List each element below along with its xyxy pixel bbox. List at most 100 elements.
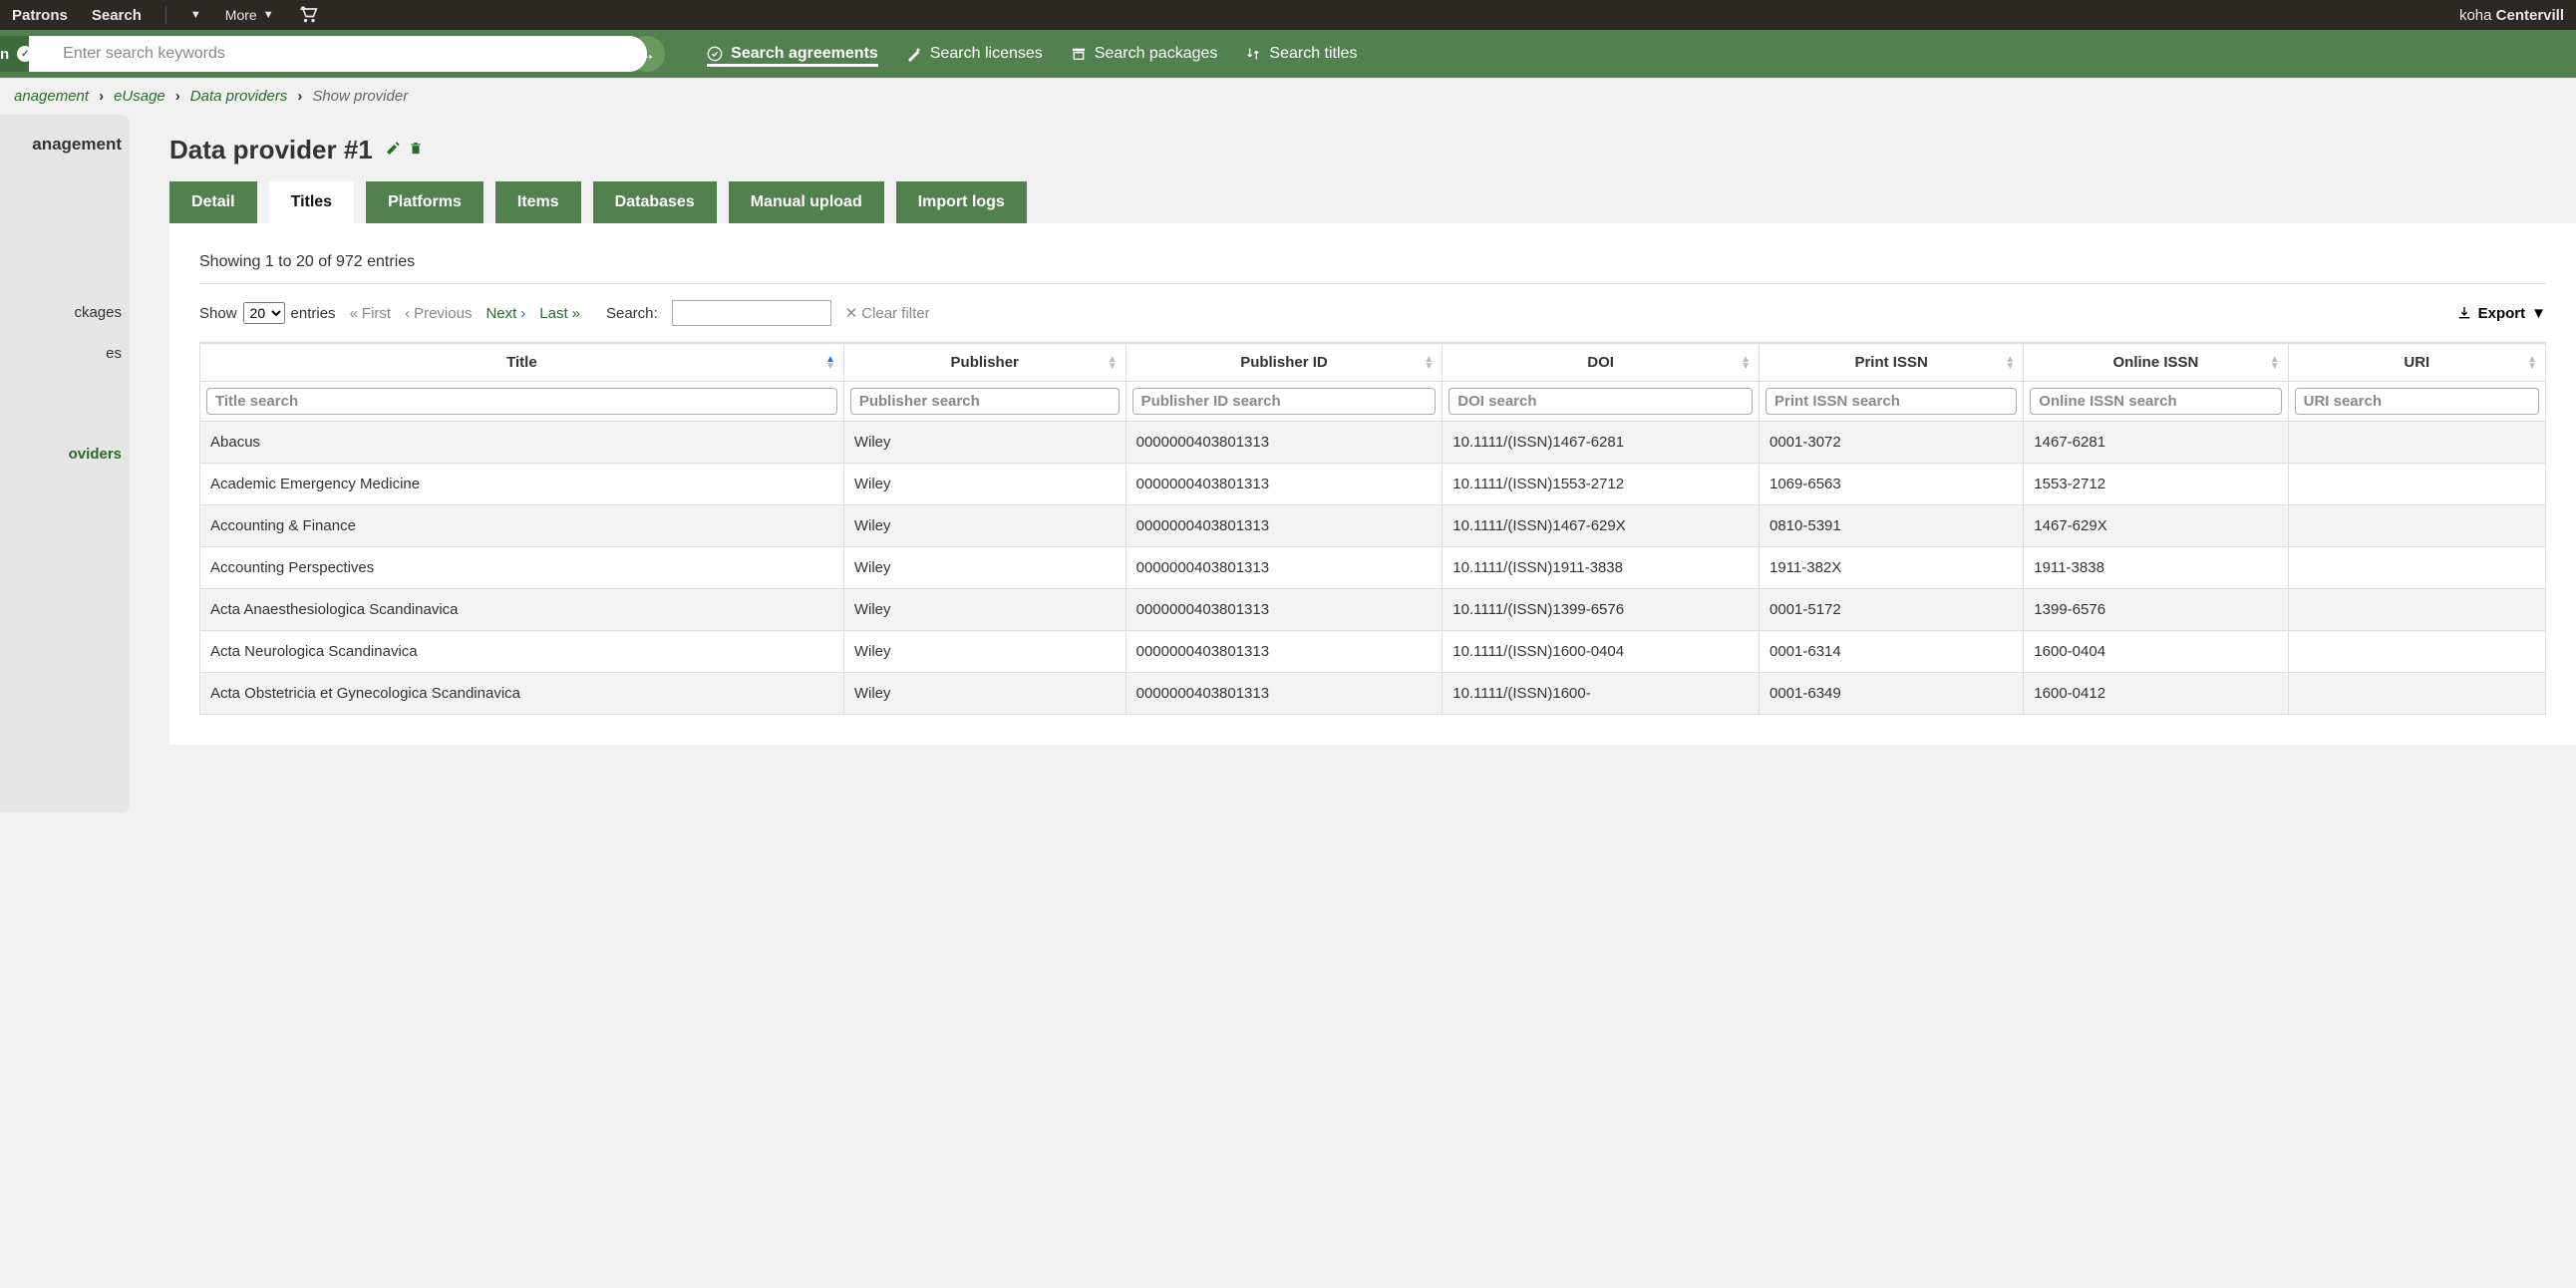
- site-label: Centervill: [2496, 7, 2564, 24]
- previous-button[interactable]: ‹ Previous: [405, 305, 472, 322]
- filter-print-issn[interactable]: [1766, 388, 2017, 415]
- check-circle-icon: [707, 46, 723, 62]
- layout: anagement ckages es oviders Data provide…: [0, 115, 2576, 812]
- filter-row: [200, 382, 2546, 422]
- tab-detail[interactable]: Detail: [169, 181, 257, 223]
- cell-oissn: 1467-6281: [2024, 422, 2288, 464]
- cell-oissn: 1553-2712: [2024, 464, 2288, 505]
- search-licenses-link[interactable]: Search licenses: [906, 41, 1043, 67]
- col-online-issn[interactable]: Online ISSN▲▼: [2024, 343, 2288, 382]
- cell-title: Acta Neurologica Scandinavica: [200, 631, 844, 673]
- col-publisher-id[interactable]: Publisher ID▲▼: [1126, 343, 1443, 382]
- table-row: Acta Obstetricia et Gynecologica Scandin…: [200, 673, 2546, 715]
- chevrons-right-icon: »: [572, 305, 580, 322]
- page-title: Data provider #1: [169, 135, 373, 165]
- col-label: URI: [2404, 354, 2429, 371]
- context-label: n: [0, 46, 9, 63]
- x-icon: ✕: [845, 304, 858, 322]
- cell-title: Accounting Perspectives: [200, 547, 844, 589]
- tab-import-logs[interactable]: Import logs: [896, 181, 1027, 223]
- cell-pubid: 0000000403801313: [1126, 505, 1443, 547]
- cell-title: Academic Emergency Medicine: [200, 464, 844, 505]
- next-button[interactable]: Next ›: [485, 305, 525, 322]
- cell-publisher: Wiley: [843, 464, 1126, 505]
- nav-more-label: More: [225, 7, 257, 23]
- cell-oissn: 1600-0412: [2024, 673, 2288, 715]
- col-doi[interactable]: DOI▲▼: [1443, 343, 1760, 382]
- edit-icon[interactable]: [385, 141, 401, 160]
- cell-pubid: 0000000403801313: [1126, 673, 1443, 715]
- col-publisher[interactable]: Publisher▲▼: [843, 343, 1126, 382]
- cell-uri: [2288, 422, 2545, 464]
- cart-icon[interactable]: [298, 4, 318, 27]
- cell-uri: [2288, 589, 2545, 631]
- search-packages-link[interactable]: Search packages: [1071, 41, 1218, 67]
- chevron-right-icon: ›: [520, 305, 525, 322]
- sidebar-spacer: [0, 374, 130, 434]
- table-row: Academic Emergency MedicineWiley00000004…: [200, 464, 2546, 505]
- col-uri[interactable]: URI▲▼: [2288, 343, 2545, 382]
- caret-down-icon: ▼: [263, 9, 274, 21]
- last-button[interactable]: Last »: [539, 305, 580, 322]
- tab-titles[interactable]: Titles: [269, 181, 355, 223]
- search-titles-link[interactable]: Search titles: [1245, 41, 1357, 67]
- cell-pissn: 0001-6314: [1759, 631, 2023, 673]
- table-row: Accounting & FinanceWiley000000040380131…: [200, 505, 2546, 547]
- filter-publisher-id[interactable]: [1132, 388, 1437, 415]
- dropdown-caret-icon[interactable]: ▼: [190, 9, 201, 21]
- sidebar: anagement ckages es oviders: [0, 115, 130, 812]
- tab-manual-upload[interactable]: Manual upload: [729, 181, 884, 223]
- cell-pubid: 0000000403801313: [1126, 464, 1443, 505]
- col-title[interactable]: Title▲▼: [200, 343, 844, 382]
- nav-search[interactable]: Search: [92, 7, 142, 24]
- export-button[interactable]: Export ▼: [2456, 305, 2546, 322]
- table-info: Showing 1 to 20 of 972 entries: [199, 253, 2546, 284]
- cell-pissn: 0001-3072: [1759, 422, 2023, 464]
- global-search-input[interactable]: [672, 300, 831, 326]
- col-label: Publisher: [951, 354, 1019, 371]
- filter-online-issn[interactable]: [2030, 388, 2281, 415]
- cell-pubid: 0000000403801313: [1126, 631, 1443, 673]
- cell-pissn: 1069-6563: [1759, 464, 2023, 505]
- tab-platforms[interactable]: Platforms: [366, 181, 483, 223]
- search-pill: n ✓ →: [0, 36, 665, 72]
- tabs: Detail Titles Platforms Items Databases …: [169, 181, 2576, 223]
- chevrons-left-icon: «: [350, 305, 358, 322]
- download-icon: [2456, 305, 2472, 321]
- first-button[interactable]: « First: [350, 305, 392, 322]
- cell-pissn: 0001-5172: [1759, 589, 2023, 631]
- tab-items[interactable]: Items: [495, 181, 581, 223]
- cell-title: Acta Anaesthesiologica Scandinavica: [200, 589, 844, 631]
- nav-patrons[interactable]: Patrons: [12, 7, 68, 24]
- sidebar-spacer: [0, 172, 130, 232]
- trash-icon[interactable]: [409, 141, 423, 160]
- filter-uri[interactable]: [2295, 388, 2539, 415]
- breadcrumb-item[interactable]: anagement: [14, 88, 89, 105]
- filter-title[interactable]: [206, 388, 837, 415]
- sort-icon: ▲▼: [825, 356, 835, 370]
- entries-select[interactable]: 20: [243, 302, 285, 324]
- table-controls: Show 20 entries « First ‹ Previous Next …: [199, 284, 2546, 342]
- filter-doi[interactable]: [1449, 388, 1753, 415]
- search-agreements-link[interactable]: Search agreements: [707, 41, 878, 67]
- panel: Showing 1 to 20 of 972 entries Show 20 e…: [169, 223, 2576, 745]
- topbar-right: koha Centervill: [2459, 7, 2564, 24]
- sidebar-item-providers[interactable]: oviders: [0, 434, 130, 475]
- breadcrumb-item[interactable]: Data providers: [190, 88, 288, 105]
- cell-doi: 10.1111/(ISSN)1600-0404: [1443, 631, 1760, 673]
- cell-title: Acta Obstetricia et Gynecologica Scandin…: [200, 673, 844, 715]
- cell-publisher: Wiley: [843, 631, 1126, 673]
- breadcrumb-item[interactable]: eUsage: [114, 88, 165, 105]
- greenbar: n ✓ → Search agreements Search licenses …: [0, 30, 2576, 78]
- clear-filter-button[interactable]: ✕ Clear filter: [845, 304, 930, 322]
- tab-databases[interactable]: Databases: [593, 181, 717, 223]
- global-search-label: Search:: [606, 305, 658, 322]
- entries-selector: Show 20 entries: [199, 302, 336, 324]
- cell-pubid: 0000000403801313: [1126, 547, 1443, 589]
- filter-publisher[interactable]: [850, 388, 1120, 415]
- nav-more[interactable]: More ▼: [225, 7, 274, 23]
- sidebar-item-packages[interactable]: ckages: [0, 292, 130, 333]
- search-input[interactable]: [29, 36, 647, 72]
- col-print-issn[interactable]: Print ISSN▲▼: [1759, 343, 2023, 382]
- sidebar-item-es[interactable]: es: [0, 333, 130, 374]
